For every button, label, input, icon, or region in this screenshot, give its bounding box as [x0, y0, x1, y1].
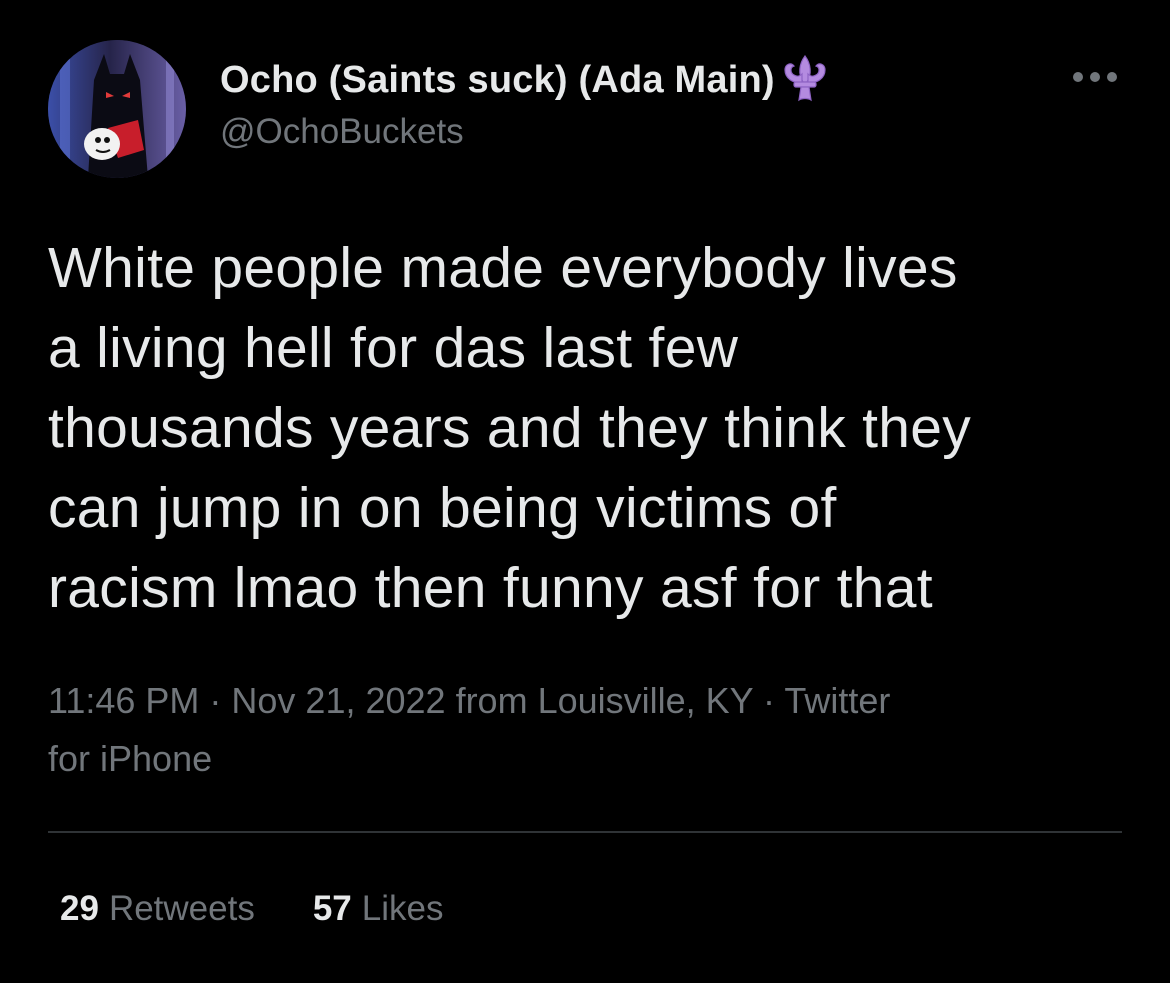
divider — [48, 831, 1122, 833]
engagement-stats: 29 Retweets 57 Likes — [60, 882, 444, 936]
tweet-text: White people made everybody lives a livi… — [48, 236, 972, 620]
fleur-de-lis-icon — [779, 52, 831, 108]
retweets-stat[interactable]: 29 Retweets — [60, 889, 255, 929]
tweet-metadata[interactable]: 11:46 PM · Nov 21, 2022 from Louisville,… — [48, 672, 1138, 788]
retweets-label: Retweets — [108, 889, 255, 928]
retweets-count: 29 — [60, 889, 99, 928]
handle[interactable]: @OchoBuckets — [220, 112, 464, 152]
likes-label: Likes — [361, 889, 444, 928]
tweet-detail: Ocho (Saints suck) (Ada Main) @OchoBucke… — [0, 0, 1170, 983]
display-name-row[interactable]: Ocho (Saints suck) (Ada Main) — [220, 50, 831, 110]
likes-count: 57 — [312, 889, 352, 928]
avatar-image — [48, 40, 186, 178]
display-name[interactable]: Ocho (Saints suck) (Ada Main) — [220, 59, 775, 102]
likes-stat[interactable]: 57 Likes — [313, 889, 444, 929]
avatar[interactable] — [48, 40, 186, 178]
more-options-icon[interactable] — [1068, 62, 1122, 92]
